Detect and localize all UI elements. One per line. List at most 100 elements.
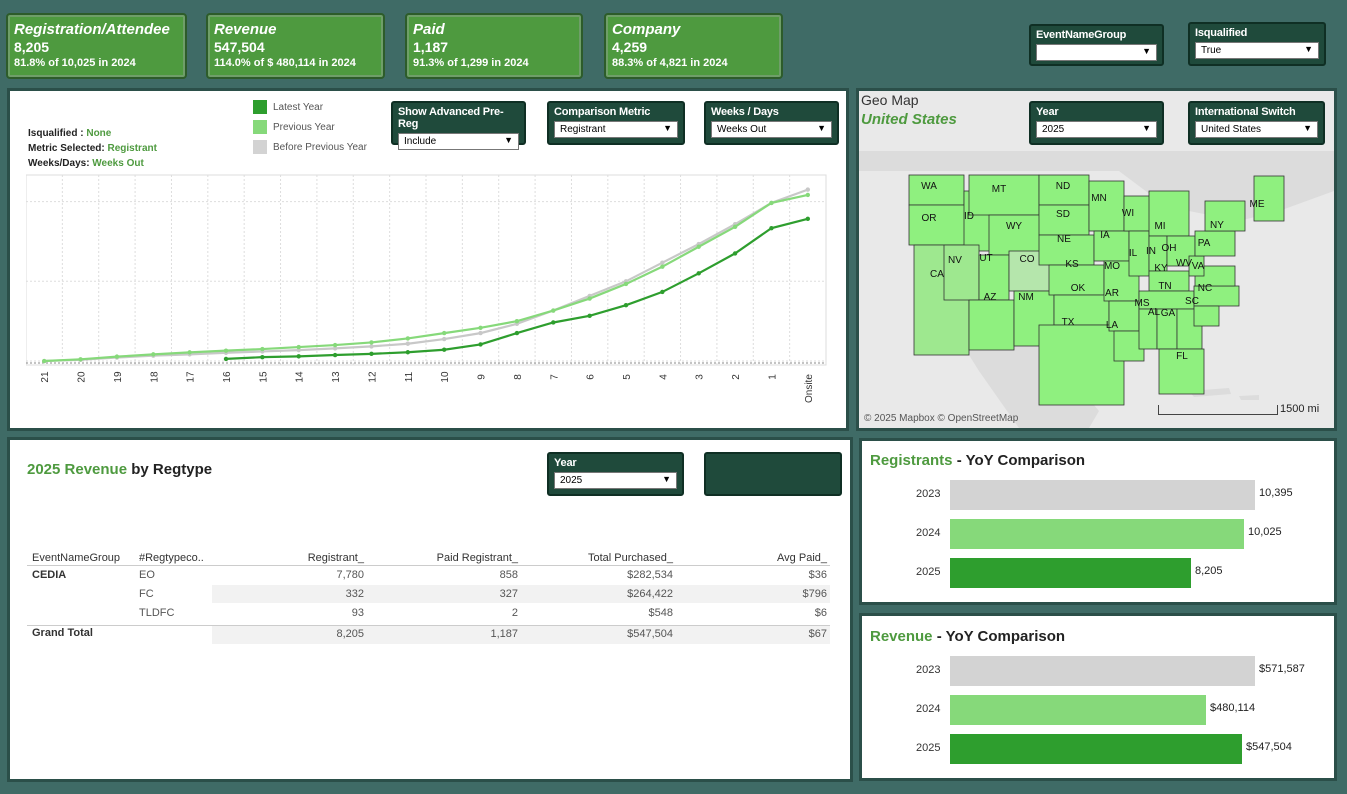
filter-table-year[interactable]: Year 2025 ▼ xyxy=(547,452,684,496)
bar-2023[interactable] xyxy=(950,480,1255,510)
map-year-select[interactable]: 2025 ▼ xyxy=(1036,121,1157,138)
state-mt[interactable] xyxy=(968,174,1040,216)
bar-year-label: 2024 xyxy=(916,527,941,539)
data-point[interactable] xyxy=(405,341,411,346)
data-point[interactable] xyxy=(296,354,301,359)
data-point[interactable] xyxy=(405,336,411,341)
data-point[interactable] xyxy=(514,330,520,336)
grand-total-label: Grand Total xyxy=(32,627,93,639)
state-or[interactable] xyxy=(908,204,970,246)
legend-swatch xyxy=(253,100,267,114)
state-az[interactable] xyxy=(968,299,1015,351)
state-nv[interactable] xyxy=(943,244,980,301)
data-point[interactable] xyxy=(78,357,83,362)
filter-comparison-metric[interactable]: Comparison Metric Registrant ▼ xyxy=(547,101,685,145)
data-point[interactable] xyxy=(223,348,229,353)
data-point[interactable] xyxy=(260,354,265,360)
registrants-yoy-title: Registrants - YoY Comparison xyxy=(870,452,1085,469)
trend-line-chart[interactable]: 21 20 19 18 17 16 15 14 13 12 11 10 9 8 7 6 5 4 3 2 1 Onsite xyxy=(26,170,836,425)
data-point[interactable] xyxy=(805,216,811,222)
data-point[interactable] xyxy=(296,344,301,350)
data-point[interactable] xyxy=(805,187,811,192)
data-point[interactable] xyxy=(405,350,411,355)
col-header-registrant[interactable]: Registrant_ xyxy=(230,552,364,564)
data-point[interactable] xyxy=(478,342,483,347)
col-header-total-purchased[interactable]: Total Purchased_ xyxy=(530,552,673,564)
kpi-company[interactable]: Company 4,259 88.3% of 4,821 in 2024 xyxy=(604,13,783,79)
kpi-paid[interactable]: Paid 1,187 91.3% of 1,299 in 2024 xyxy=(405,13,583,79)
data-point[interactable] xyxy=(660,260,665,265)
group-cell: CEDIA xyxy=(32,569,67,581)
comparison-metric-select[interactable]: Registrant ▼ xyxy=(554,121,678,138)
data-point[interactable] xyxy=(114,354,120,359)
data-point[interactable] xyxy=(696,244,701,249)
data-point[interactable] xyxy=(441,347,447,352)
legend-latest-year[interactable]: Latest Year xyxy=(253,100,323,114)
data-point[interactable] xyxy=(623,303,629,308)
kpi-revenue[interactable]: Revenue 547,504 114.0% of $ 480,114 in 2… xyxy=(206,13,385,79)
data-point[interactable] xyxy=(369,340,374,345)
event-name-group-select[interactable]: ▼ xyxy=(1036,44,1157,61)
legend-before-previous-year[interactable]: Before Previous Year xyxy=(253,140,367,154)
filter-international-switch[interactable]: International Switch United States ▼ xyxy=(1188,101,1325,145)
weeks-days-select[interactable]: Weeks Out ▼ xyxy=(711,121,832,138)
data-point[interactable] xyxy=(441,330,447,336)
chevron-down-icon: ▼ xyxy=(662,474,671,484)
legend-previous-year[interactable]: Previous Year xyxy=(253,120,335,134)
filter-label: Year xyxy=(1036,106,1059,118)
data-point[interactable] xyxy=(660,289,665,295)
state-mn[interactable] xyxy=(1088,180,1125,232)
data-point[interactable] xyxy=(332,342,338,348)
adv-prereg-select[interactable]: Include ▼ xyxy=(398,133,519,150)
data-point[interactable] xyxy=(587,296,592,301)
bar-value-label: 8,205 xyxy=(1195,565,1223,577)
data-point[interactable] xyxy=(41,358,47,364)
data-point[interactable] xyxy=(369,344,374,349)
bar-2023[interactable] xyxy=(950,656,1255,686)
filter-adv-prereg[interactable]: Show Advanced Pre-Reg Include ▼ xyxy=(391,101,526,150)
data-point[interactable] xyxy=(151,352,156,357)
kpi-title: Paid xyxy=(413,21,445,38)
isqualified-select[interactable]: True ▼ xyxy=(1195,42,1319,59)
data-point[interactable] xyxy=(769,225,774,231)
data-point[interactable] xyxy=(551,308,556,313)
data-point[interactable] xyxy=(732,224,738,230)
data-point[interactable] xyxy=(260,346,265,352)
data-point[interactable] xyxy=(369,351,374,357)
data-point[interactable] xyxy=(623,281,629,287)
data-point[interactable] xyxy=(332,352,338,358)
data-point[interactable] xyxy=(223,356,229,362)
data-point[interactable] xyxy=(696,271,701,276)
state-sc[interactable] xyxy=(1193,305,1220,327)
bar-2025[interactable] xyxy=(950,734,1242,764)
data-point[interactable] xyxy=(805,192,811,198)
data-point[interactable] xyxy=(587,313,592,319)
international-switch-select[interactable]: United States ▼ xyxy=(1195,121,1318,138)
col-header-paid-registrant[interactable]: Paid Registrant_ xyxy=(380,552,518,564)
filter-isqualified[interactable]: Isqualified True ▼ xyxy=(1188,22,1326,66)
data-point[interactable] xyxy=(441,336,447,342)
col-header-avg-paid[interactable]: Avg Paid_ xyxy=(690,552,827,564)
filter-map-year[interactable]: Year 2025 ▼ xyxy=(1029,101,1164,145)
data-point[interactable] xyxy=(187,350,192,355)
state-tx[interactable] xyxy=(1038,324,1125,406)
data-point[interactable] xyxy=(478,330,483,336)
filter-weeks-days[interactable]: Weeks / Days Weeks Out ▼ xyxy=(704,101,839,145)
data-point[interactable] xyxy=(478,325,483,330)
data-point[interactable] xyxy=(551,320,556,325)
bar-2025[interactable] xyxy=(950,558,1191,588)
title-rest: by Regtype xyxy=(127,461,213,478)
bar-2024[interactable] xyxy=(950,519,1244,549)
blank-dark-button[interactable] xyxy=(704,452,842,496)
filter-event-name-group[interactable]: EventNameGroup ▼ xyxy=(1029,24,1164,66)
data-point[interactable] xyxy=(769,200,774,206)
kpi-registration[interactable]: Registration/Attendee 8,205 81.8% of 10,… xyxy=(6,13,187,79)
data-point[interactable] xyxy=(660,264,665,269)
state-label: MT xyxy=(992,184,1006,195)
state-ia[interactable] xyxy=(1093,230,1130,262)
x-tick-label: 13 xyxy=(331,371,342,383)
data-point[interactable] xyxy=(514,318,520,324)
table-year-select[interactable]: 2025 ▼ xyxy=(554,472,677,489)
bar-2024[interactable] xyxy=(950,695,1206,725)
data-point[interactable] xyxy=(732,251,738,256)
